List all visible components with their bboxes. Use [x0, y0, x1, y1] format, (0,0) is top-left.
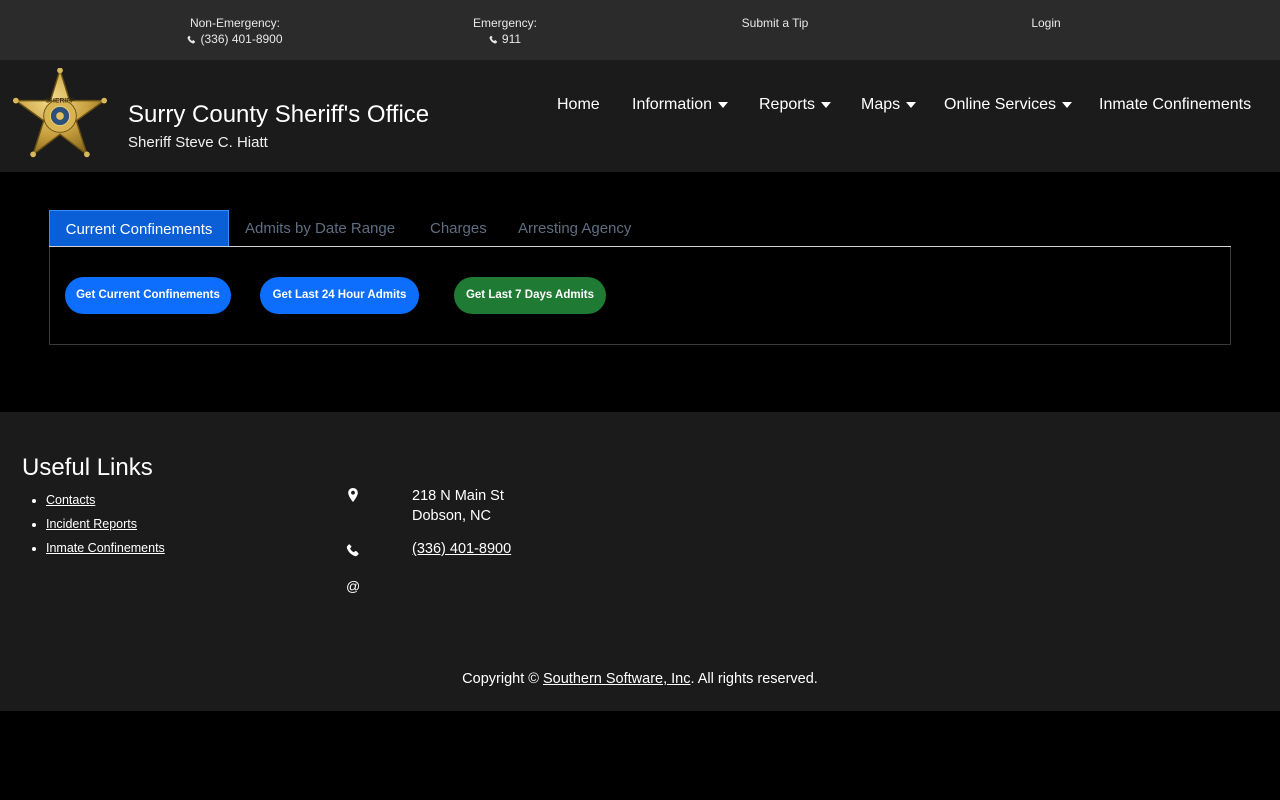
emergency-phone: 911: [501, 32, 522, 46]
get-current-confinements-button[interactable]: Get Current Confinements: [65, 277, 231, 314]
phone-icon: [346, 543, 359, 557]
get-last-24-hour-admits-button[interactable]: Get Last 24 Hour Admits: [260, 277, 419, 314]
address-line-1: 218 N Main St: [412, 488, 504, 504]
nav-label: Online Services: [944, 96, 1057, 113]
incident-reports-link[interactable]: Incident Reports: [46, 517, 137, 531]
nav-label: Information: [632, 96, 713, 113]
caret-down-icon: [1062, 102, 1073, 108]
non-emergency-label: Non-Emergency:: [189, 16, 281, 30]
caret-down-icon: [718, 102, 729, 108]
tab-arresting-agency[interactable]: Arresting Agency: [518, 210, 631, 247]
svg-text:SHERIFF: SHERIFF: [46, 98, 75, 105]
submit-tip-link[interactable]: Submit a Tip: [742, 16, 809, 30]
address-line-2: Dobson, NC: [412, 508, 491, 524]
nav-label: Reports: [759, 96, 816, 113]
nav-label: Inmate Confinements: [1099, 96, 1252, 113]
copyright-suffix: . All rights reserved.: [690, 671, 818, 687]
tab-current-confinements[interactable]: Current Confinements: [49, 210, 229, 247]
footer-phone-link[interactable]: (336) 401-8900: [412, 541, 511, 557]
phone-icon: [188, 35, 196, 43]
address: 218 N Main St Dobson, NC: [412, 486, 504, 526]
map-marker-icon: [348, 488, 358, 502]
non-emergency-contact[interactable]: Non-Emergency: (336) 401-8900: [175, 15, 295, 48]
nav-label: Home: [557, 96, 600, 113]
get-last-7-days-admits-button[interactable]: Get Last 7 Days Admits: [454, 277, 606, 314]
sheriff-badge-logo[interactable]: SHERIFF: [12, 68, 108, 164]
email-icon: @: [346, 578, 361, 594]
southern-software-link[interactable]: Southern Software, Inc: [543, 671, 691, 687]
site-footer: [0, 412, 1280, 711]
nav-label: Maps: [861, 96, 901, 113]
non-emergency-phone: (336) 401-8900: [200, 32, 283, 46]
emergency-label: Emergency:: [472, 16, 538, 30]
utility-bar: Non-Emergency: (336) 401-8900 Emergency:…: [0, 0, 1280, 60]
list-item: Inmate Confinements: [46, 536, 165, 560]
site-title[interactable]: Surry County Sheriff's Office: [128, 101, 429, 129]
nav-home[interactable]: Home: [557, 96, 600, 114]
copyright-prefix: Copyright ©: [462, 671, 543, 687]
useful-links-heading: Useful Links: [22, 454, 153, 481]
nav-reports[interactable]: Reports: [759, 96, 832, 114]
emergency-contact[interactable]: Emergency: 911: [455, 15, 555, 48]
copyright: Copyright © Southern Software, Inc. All …: [0, 671, 1280, 687]
login-link[interactable]: Login: [1031, 16, 1060, 30]
nav-maps[interactable]: Maps: [861, 96, 917, 114]
site-subtitle: Sheriff Steve C. Hiatt: [128, 134, 268, 151]
nav-information[interactable]: Information: [632, 96, 729, 114]
tab-admits-by-date-range[interactable]: Admits by Date Range: [245, 210, 395, 247]
nav-inmate-confinements[interactable]: Inmate Confinements: [1099, 96, 1251, 114]
caret-down-icon: [821, 102, 832, 108]
phone-icon: [489, 35, 498, 43]
caret-down-icon: [906, 102, 917, 108]
inmate-confinements-link[interactable]: Inmate Confinements: [46, 541, 165, 555]
site-header: SHERIFF Surry County Sheriff's Office Sh…: [0, 60, 1280, 172]
tab-charges[interactable]: Charges: [430, 210, 487, 247]
contacts-link[interactable]: Contacts: [46, 493, 95, 507]
list-item: Incident Reports: [46, 512, 165, 536]
list-item: Contacts: [46, 488, 165, 512]
useful-links-list: Contacts Incident Reports Inmate Confine…: [32, 488, 165, 560]
nav-online-services[interactable]: Online Services: [944, 96, 1073, 114]
